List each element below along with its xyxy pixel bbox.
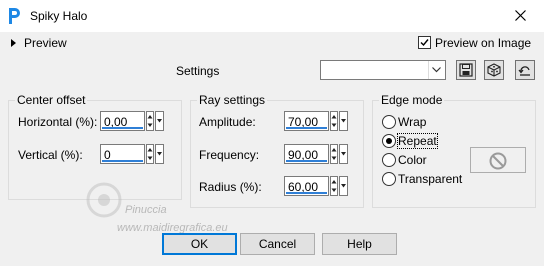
slider-dropdown-button[interactable] [339,176,348,196]
radio-selected-dot [386,138,392,144]
preset-box-button[interactable] [484,60,504,80]
spin-arrows[interactable] [146,144,154,164]
spin-arrows[interactable] [330,111,338,131]
slider-dropdown-button[interactable] [155,144,164,164]
frequency-spinbox[interactable]: 90,00 [284,144,348,166]
save-preset-button[interactable] [456,60,476,80]
settings-dropdown[interactable] [320,60,446,80]
spin-up-icon[interactable] [147,145,153,154]
value-underline [286,160,327,162]
slider-dropdown-button[interactable] [155,111,164,131]
spin-down-icon[interactable] [331,154,337,163]
horizontal-spinbox[interactable]: 0,00 [100,111,164,133]
close-icon [515,10,526,21]
watermark-name: Pinuccia [125,204,167,216]
radio-button[interactable] [382,134,396,148]
radio-label: Repeat [397,133,438,149]
amplitude-label: Amplitude: [199,115,256,129]
slider-dropdown-button[interactable] [339,111,348,131]
spin-up-icon[interactable] [147,112,153,121]
reset-icon [518,66,530,76]
chevron-down-icon [157,119,162,123]
chevron-down-icon [157,152,162,156]
horizontal-input[interactable]: 0,00 [100,111,145,131]
expand-arrow-icon [11,39,16,47]
radio-button[interactable] [382,172,396,186]
chevron-down-icon [341,152,346,156]
spin-down-icon[interactable] [147,154,153,163]
radius-spinbox[interactable]: 60,00 [284,176,348,198]
chevron-down-icon [341,184,346,188]
chevron-down-icon [432,67,441,73]
disabled-icon [489,152,507,170]
radio-label: Wrap [398,115,427,129]
ok-button[interactable]: OK [162,233,237,255]
frequency-input[interactable]: 90,00 [284,144,329,164]
app-icon [9,8,20,24]
radius-label: Radius (%): [199,180,262,194]
help-button[interactable]: Help [322,233,397,255]
watermark-logo-icon [86,182,122,218]
spin-arrows[interactable] [330,144,338,164]
settings-label: Settings [176,64,220,78]
save-icon [459,63,473,77]
amplitude-spinbox[interactable]: 70,00 [284,111,348,133]
edge-color-swatch [470,147,526,173]
edge-mode-title: Edge mode [379,93,445,107]
chevron-down-icon [341,119,346,123]
cancel-button[interactable]: Cancel [240,233,315,255]
vertical-label: Vertical (%): [18,148,83,162]
vertical-spinbox[interactable]: 0 [100,144,164,166]
value-underline [102,127,143,129]
vertical-input[interactable]: 0 [100,144,145,164]
preview-on-image-label: Preview on Image [435,36,532,50]
radio-button[interactable] [382,115,396,129]
title-bar: Spiky Halo [0,0,544,32]
value-underline [286,192,327,194]
dropdown-arrow[interactable] [428,61,445,79]
radio-button[interactable] [382,153,396,167]
preview-label: Preview [24,36,67,50]
checkbox[interactable] [418,36,431,49]
checkmark-icon [420,39,429,47]
radio-label: Color [398,153,427,167]
3d-box-icon [487,63,501,77]
spin-down-icon[interactable] [331,121,337,130]
frequency-label: Frequency: [199,148,260,162]
center-offset-title: Center offset [15,93,88,107]
spin-arrows[interactable] [146,111,154,131]
window-title: Spiky Halo [30,9,88,23]
spin-up-icon[interactable] [331,112,337,121]
slider-dropdown-button[interactable] [339,144,348,164]
value-underline [102,160,143,162]
radius-input[interactable]: 60,00 [284,176,329,196]
spin-down-icon[interactable] [331,186,337,195]
spin-up-icon[interactable] [331,177,337,186]
radio-label: Transparent [398,172,463,186]
spin-down-icon[interactable] [147,121,153,130]
value-underline [286,127,327,129]
spin-up-icon[interactable] [331,145,337,154]
amplitude-input[interactable]: 70,00 [284,111,329,131]
reset-button[interactable] [515,60,535,80]
spin-arrows[interactable] [330,176,338,196]
horizontal-label: Horizontal (%): [18,115,98,129]
ray-settings-title: Ray settings [197,93,268,107]
close-button[interactable] [498,0,544,32]
